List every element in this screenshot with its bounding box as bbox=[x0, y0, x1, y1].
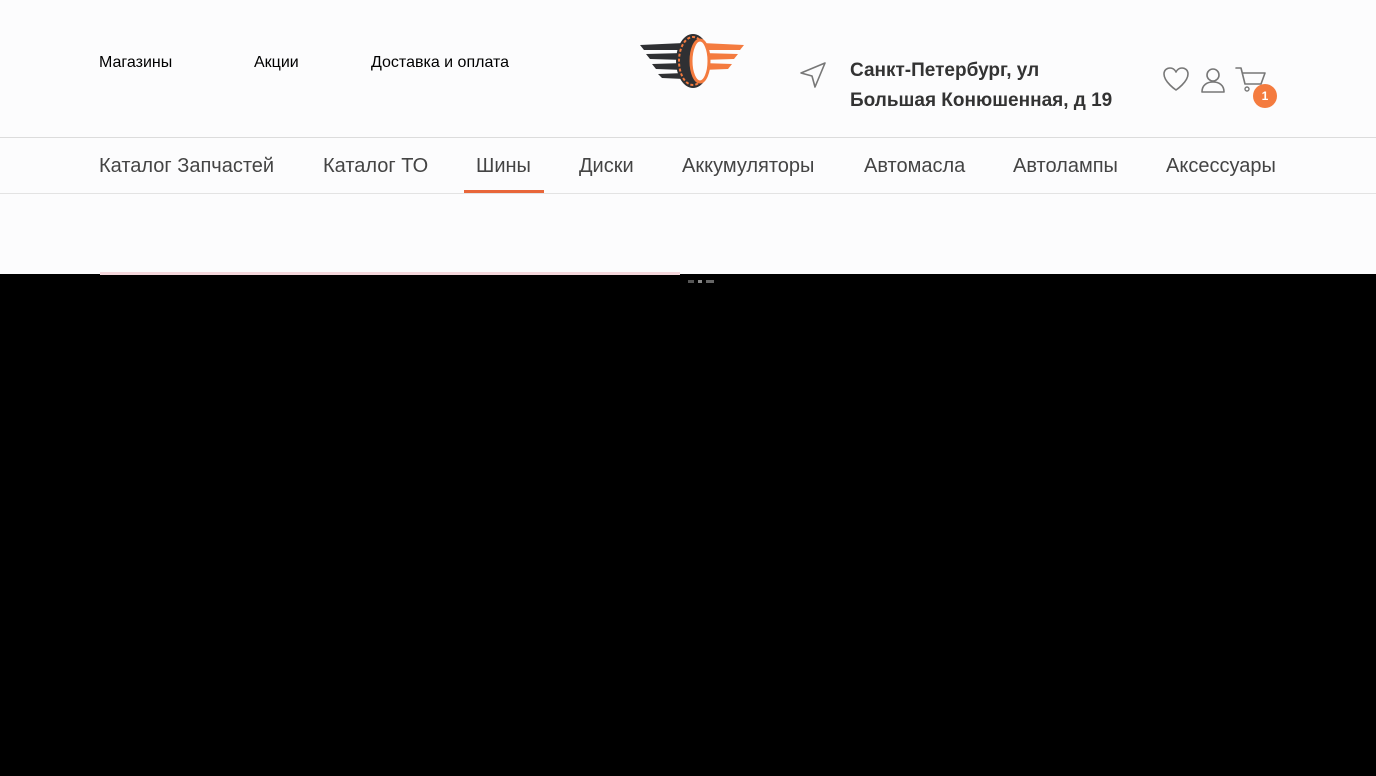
address-line-city: Санкт-Петербург, ул bbox=[850, 60, 1040, 81]
banner-top-edge bbox=[100, 272, 680, 275]
user-icon[interactable] bbox=[1199, 66, 1227, 94]
site-header-area: Магазины Акции Доставка и оплата Санкт-П… bbox=[0, 0, 1376, 283]
active-tab-indicator bbox=[464, 190, 544, 193]
store-address[interactable]: Санкт-Петербург, ул Большая Конюшенная, … bbox=[850, 56, 1150, 116]
nav-link-delivery-payment[interactable]: Доставка и оплата bbox=[371, 54, 509, 72]
navigation-arrow-icon[interactable] bbox=[798, 60, 828, 90]
catalog-item-wheels[interactable]: Диски bbox=[579, 154, 634, 178]
tire-wings-logo[interactable] bbox=[640, 33, 744, 89]
catalog-item-lamps[interactable]: Автолампы bbox=[1013, 154, 1118, 178]
page: Магазины Акции Доставка и оплата Санкт-П… bbox=[0, 0, 1376, 776]
nav-link-stores[interactable]: Магазины bbox=[99, 54, 172, 72]
catalog-item-tires[interactable]: Шины bbox=[476, 154, 531, 178]
catalog-item-accessories[interactable]: Аксессуары bbox=[1166, 154, 1276, 178]
catalog-item-oils[interactable]: Автомасла bbox=[864, 154, 965, 178]
catalog-item-batteries[interactable]: Аккумуляторы bbox=[682, 154, 814, 178]
catalog-item-maintenance[interactable]: Каталог ТО bbox=[323, 154, 428, 178]
cart-count-badge: 1 bbox=[1253, 84, 1277, 108]
heart-icon[interactable] bbox=[1161, 65, 1191, 93]
catalog-item-parts[interactable]: Каталог Запчастей bbox=[99, 154, 274, 178]
banner-edge-marks bbox=[688, 271, 728, 283]
nav-link-promotions[interactable]: Акции bbox=[254, 54, 299, 72]
address-line-street: Большая Конюшенная, д 19 bbox=[850, 90, 1113, 111]
header: Магазины Акции Доставка и оплата Санкт-П… bbox=[0, 0, 1376, 138]
catalog-nav: Каталог Запчастей Каталог ТО Шины Диски … bbox=[0, 138, 1376, 194]
